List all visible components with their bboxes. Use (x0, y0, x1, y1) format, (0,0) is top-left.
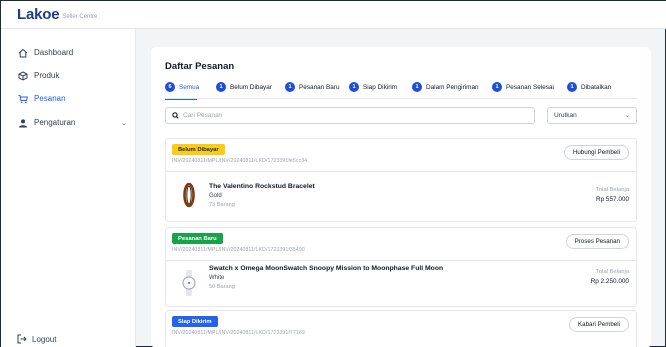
logout-button[interactable]: Logout (17, 334, 56, 344)
order-card: Belum Dibayar INV/20240811/MPL/INV/20240… (165, 138, 637, 222)
product-variant: White (209, 275, 225, 281)
order-card: Siap Dikirim INV/20240811/MPL/INV/202408… (165, 310, 637, 347)
contact-buyer-button[interactable]: Hubungi Pembeli (563, 145, 629, 160)
tab-label: Pesanan Selesai (506, 83, 554, 91)
invoice-number: INV/20240811/MPL/INV/20240811/LKD/172339… (172, 158, 308, 164)
tab-count: 1 (349, 82, 359, 92)
status-badge: Siap Dikirim (172, 316, 218, 327)
card-divider (166, 171, 636, 172)
home-icon (17, 47, 28, 58)
sidebar-item-label: Pengaturan (34, 118, 76, 127)
tab-count: 6 (165, 82, 175, 92)
status-tabs: 6 Semua 1 Belum Dibayar 1 Pesanan Baru 1… (165, 82, 645, 100)
tab-label: Belum Dibayar (230, 83, 272, 91)
invoice-number: INV/20240811/MPL/INV/20240811/LKD/172339… (172, 330, 305, 336)
product-image (180, 180, 198, 210)
total-amount: Rp 2.250.000 (590, 278, 629, 285)
logout-label: Logout (32, 334, 57, 344)
product-quantity: 73 Barang (209, 202, 235, 208)
tab-semua[interactable]: 6 Semua (165, 82, 199, 92)
invoice-number: INV/20240811/MPL/INV/20240811/LKD/172339… (172, 247, 305, 253)
tab-label: Siap Dikirim (363, 83, 398, 91)
sort-label: Urutkan (554, 112, 577, 119)
process-order-button[interactable]: Proses Pesanan (565, 234, 629, 249)
card-divider (166, 260, 636, 261)
notify-buyer-button[interactable]: Kabari Pembeli (569, 317, 629, 332)
chevron-down-icon: ⌄ (121, 119, 127, 127)
tab-siap-dikirim[interactable]: 1 Siap Dikirim (349, 82, 397, 92)
tab-pesanan-selesai[interactable]: 1 Pesanan Selesai (492, 82, 554, 92)
user-gear-icon (17, 117, 28, 128)
box-icon (17, 70, 28, 81)
tab-label: Dalam Pengiriman (426, 83, 479, 91)
top-bar: Lakoe Seller Centre (1, 1, 666, 29)
tab-belum-dibayar[interactable]: 1 Belum Dibayar (216, 82, 272, 92)
search-placeholder: Cari Pesanan (183, 112, 223, 119)
sort-select[interactable]: Urutkan ⌄ (547, 107, 637, 124)
search-input[interactable]: Cari Pesanan (165, 107, 535, 124)
product-name: Swatch x Omega MoonSwatch Snoopy Mission… (209, 265, 444, 272)
tab-dalam-pengiriman[interactable]: 1 Dalam Pengiriman (412, 82, 479, 92)
status-badge: Pesanan Baru (172, 233, 223, 244)
tab-label: Semua (179, 83, 200, 91)
product-quantity: 50 Barang (209, 284, 235, 290)
tab-dibatalkan[interactable]: 1 Dibatalkan (567, 82, 611, 92)
tab-count: 1 (492, 82, 502, 92)
tab-label: Pesanan Baru (299, 83, 340, 91)
tab-count: 1 (285, 82, 295, 92)
sidebar-item-produk[interactable]: Produk (17, 70, 127, 81)
page-title: Daftar Pesanan (165, 61, 235, 72)
logout-icon (17, 334, 27, 344)
product-name: The Valentino Rockstud Bracelet (209, 183, 315, 190)
chevron-down-icon: ⌄ (624, 113, 630, 119)
tab-count: 1 (567, 82, 577, 92)
total-label: Total Belanja (595, 187, 629, 193)
sidebar-item-pesanan[interactable]: Pesanan (17, 93, 127, 104)
sidebar-item-label: Pesanan (34, 94, 66, 103)
sidebar-item-label: Dashboard (34, 48, 74, 57)
tabs-divider (165, 98, 637, 99)
product-image (180, 268, 198, 298)
total-label: Total Belanja (595, 269, 629, 275)
total-amount: Rp 557.000 (595, 196, 629, 203)
tab-label: Dibatalkan (581, 83, 612, 91)
tab-count: 1 (412, 82, 422, 92)
brand-subtitle: Seller Centre (62, 14, 98, 20)
tab-count: 1 (216, 82, 226, 92)
sidebar-item-dashboard[interactable]: Dashboard (17, 47, 127, 58)
tab-pesanan-baru[interactable]: 1 Pesanan Baru (285, 82, 340, 92)
cart-icon (17, 93, 28, 104)
sidebar-item-pengaturan[interactable]: Pengaturan ⌄ (17, 117, 127, 128)
status-badge: Belum Dibayar (172, 144, 225, 155)
sidebar: Dashboard Produk Pesanan Pengaturan ⌄ (1, 29, 136, 347)
sidebar-item-label: Produk (34, 71, 60, 80)
product-variant: Gold (209, 193, 222, 199)
order-list-panel: Daftar Pesanan 6 Semua 1 Belum Dibayar 1… (151, 47, 651, 347)
brand-logo[interactable]: Lakoe (17, 6, 60, 23)
order-card: Pesanan Baru INV/20240811/MPL/INV/202408… (165, 227, 637, 307)
search-icon (172, 112, 179, 119)
